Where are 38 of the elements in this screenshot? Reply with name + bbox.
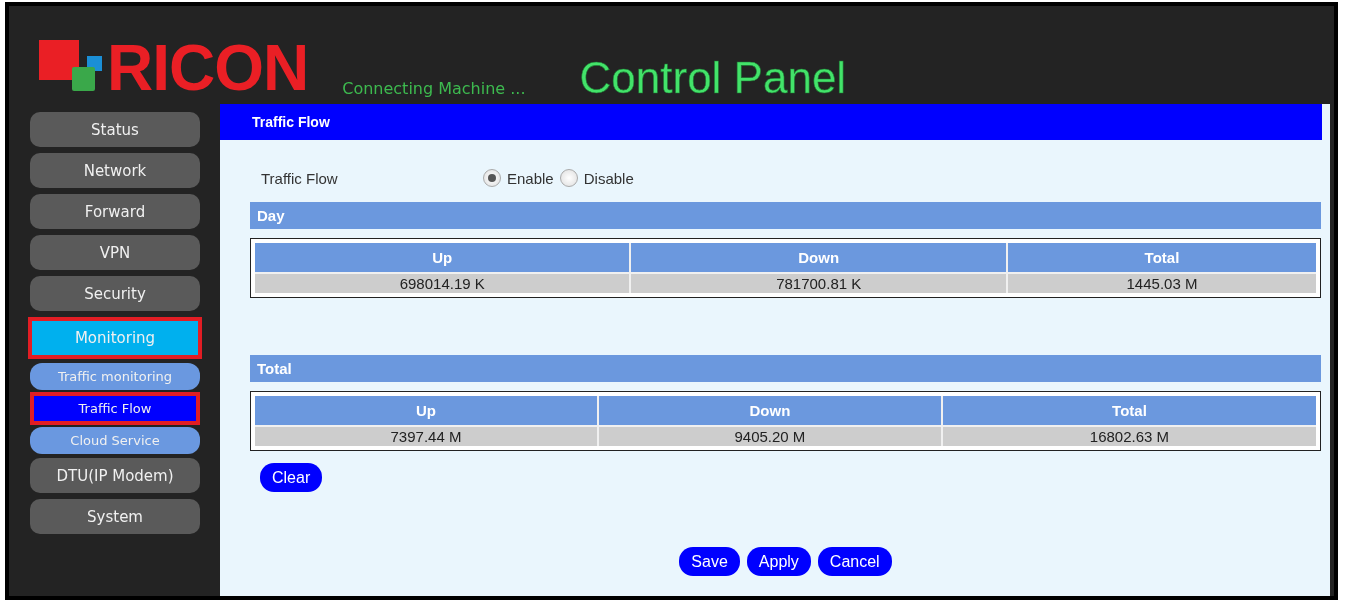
menu-item[interactable]: Network — [30, 153, 200, 188]
field-label: Traffic Flow — [261, 169, 339, 187]
radio-option[interactable]: Disable — [559, 169, 634, 187]
radio-label: Enable — [507, 169, 554, 187]
table-cell: 16802.63 M — [942, 425, 1316, 446]
radio-option[interactable]: Enable — [483, 169, 554, 187]
column-header: Total — [942, 396, 1316, 425]
table-cell: 698014.19 K — [255, 272, 632, 293]
section-header: Total — [250, 355, 1321, 382]
submenu-item[interactable]: Traffic Flow — [30, 392, 200, 425]
action-button[interactable]: Apply — [746, 547, 811, 576]
column-header: Down — [598, 396, 943, 425]
radio-label: Disable — [583, 169, 634, 187]
menu-item[interactable]: System — [30, 499, 200, 534]
column-header: Up — [255, 243, 632, 272]
table-cell: 9405.20 M — [598, 425, 943, 446]
menu-item[interactable]: Security — [30, 276, 200, 311]
action-button[interactable]: Cancel — [817, 547, 892, 576]
action-button[interactable]: Save — [679, 547, 740, 576]
brand-logo-text: RICON — [107, 36, 309, 100]
logo-squares-icon — [39, 40, 103, 92]
column-header: Up — [255, 396, 599, 425]
radio-icon[interactable] — [559, 169, 578, 187]
page-title: Control Panel — [579, 56, 847, 100]
radio-icon[interactable] — [483, 169, 501, 187]
table-cell: 7397.44 M — [255, 425, 599, 446]
table-cell: 1445.03 M — [1007, 272, 1316, 293]
menu-item[interactable]: DTU(IP Modem) — [30, 458, 200, 493]
column-header: Down — [631, 243, 1008, 272]
tagline: Connecting Machine ... — [342, 79, 526, 98]
table-cell: 781700.81 K — [631, 272, 1008, 293]
menu-item[interactable]: VPN — [30, 235, 200, 270]
menu-item[interactable]: Status — [30, 112, 200, 147]
panel-title-bar: Traffic Flow — [220, 104, 1322, 140]
column-header: Total — [1007, 243, 1316, 272]
menu-item[interactable]: Forward — [30, 194, 200, 229]
section-header: Day — [250, 202, 1321, 229]
clear-button[interactable]: Clear — [260, 463, 323, 492]
